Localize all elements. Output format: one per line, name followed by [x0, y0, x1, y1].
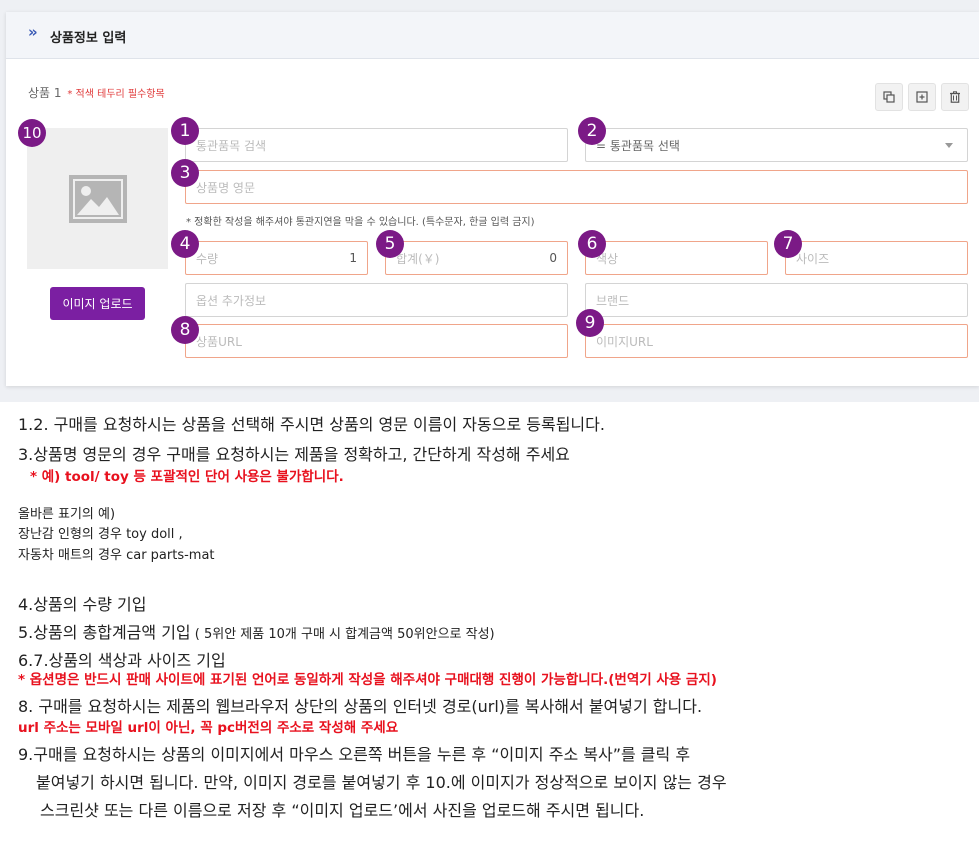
note-line-9c: 스크린샷 또는 다른 이름으로 저장 후 “이미지 업로드’에서 사진을 업로드… — [40, 801, 645, 820]
size-placeholder: 사이즈 — [796, 251, 830, 266]
image-upload-button[interactable]: 이미지 업로드 — [50, 287, 145, 320]
image-url-placeholder: 이미지URL — [596, 334, 653, 349]
option-info-input[interactable]: 옵션 추가정보 — [185, 283, 568, 317]
step-badge-3: 3 — [171, 159, 199, 187]
step-badge-4: 4 — [171, 230, 199, 258]
note-line-2: 3.상품명 영문의 경우 구매를 요청하시는 제품을 정확하고, 간단하게 작성… — [18, 445, 570, 464]
brand-placeholder: 브랜드 — [596, 293, 630, 308]
note-line-8: 8. 구매를 요청하시는 제품의 웹브라우저 상단의 상품의 인터넷 경로(ur… — [18, 697, 703, 716]
step-badge-5: 5 — [376, 230, 404, 258]
required-note: * 적색 테두리 필수항목 — [67, 89, 165, 100]
step-badge-7: 7 — [774, 230, 802, 258]
note-line-5-sub: ( 5위안 제품 10개 구매 시 합계금액 50위안으로 작성) — [190, 627, 495, 642]
quantity-placeholder: 수량 — [196, 251, 219, 266]
add-button[interactable] — [908, 83, 936, 111]
customs-select[interactable]: = 통관품목 선택 — [585, 128, 968, 162]
copy-icon — [883, 91, 895, 103]
total-value: 0 — [549, 251, 557, 265]
form-panel: » 상품정보 입력 상품 1 * 적색 테두리 필수항목 이미지 업로드 통관품… — [0, 0, 979, 402]
note-line-4: 4.상품의 수량 기입 — [18, 595, 147, 614]
note-line-9: 9.구매를 요청하시는 상품의 이미지에서 마우스 오른쪽 버튼을 누른 후 “… — [18, 745, 691, 764]
total-placeholder: 합계(￥) — [396, 251, 440, 266]
product-url-placeholder: 상품URL — [196, 334, 242, 349]
step-badge-8: 8 — [171, 316, 199, 344]
quantity-value: 1 — [349, 251, 357, 265]
product-name-en-placeholder: 상품명 영문 — [196, 180, 256, 195]
quantity-input[interactable]: 수량 1 — [185, 241, 368, 275]
customs-search-placeholder: 통관품목 검색 — [196, 138, 267, 153]
color-input[interactable]: 색상 — [585, 241, 768, 275]
product-card: » 상품정보 입력 상품 1 * 적색 테두리 필수항목 이미지 업로드 통관품… — [6, 12, 979, 386]
note-example-2: 자동차 매트의 경우 car parts-mat — [18, 548, 215, 563]
page-title: 상품정보 입력 — [50, 31, 127, 46]
size-input[interactable]: 사이즈 — [785, 241, 968, 275]
customs-search-input[interactable]: 통관품목 검색 — [185, 128, 568, 162]
note-warning-2: * 옵션명은 반드시 판매 사이트에 표기된 언어로 동일하게 작성을 해주셔야… — [18, 672, 717, 688]
customs-select-value: = 통관품목 선택 — [596, 138, 680, 153]
note-line-1: 1.2. 구매를 요청하시는 상품을 선택해 주시면 상품의 영문 이름이 자동… — [18, 415, 605, 434]
step-badge-9: 9 — [576, 309, 604, 337]
double-chevron-icon: » — [28, 23, 38, 41]
delete-button[interactable] — [941, 83, 969, 111]
option-info-placeholder: 옵션 추가정보 — [196, 293, 267, 308]
brand-input[interactable]: 브랜드 — [585, 283, 968, 317]
product-label: 상품 1 * 적색 테두리 필수항목 — [28, 84, 165, 101]
step-badge-2: 2 — [578, 117, 606, 145]
note-line-5-main: 5.상품의 총합계금액 기입 — [18, 623, 191, 642]
trash-icon — [950, 91, 960, 103]
image-placeholder-icon — [69, 175, 127, 223]
caret-down-icon — [945, 143, 953, 148]
image-url-input[interactable]: 이미지URL — [585, 324, 968, 358]
step-badge-10: 10 — [18, 119, 46, 147]
note-example-1: 장난감 인형의 경우 toy doll , — [18, 527, 183, 542]
note-line-9b: 붙여넣기 하시면 됩니다. 만약, 이미지 경로를 붙여넣기 후 10.에 이미… — [36, 773, 727, 792]
note-warning-1: * 예) tool/ toy 등 포괄적인 단어 사용은 불가합니다. — [30, 469, 344, 485]
product-url-input[interactable]: 상품URL — [185, 324, 568, 358]
step-badge-1: 1 — [171, 117, 199, 145]
product-number: 상품 1 — [28, 86, 62, 100]
copy-button[interactable] — [875, 83, 903, 111]
note-line-5: 5.상품의 총합계금액 기입 ( 5위안 제품 10개 구매 시 합계금액 50… — [18, 619, 495, 643]
name-hint: * 정확한 작성을 해주셔야 통관지연을 막을 수 있습니다. (특수문자, 한… — [186, 217, 535, 228]
step-badge-6: 6 — [578, 230, 606, 258]
image-preview — [27, 128, 168, 269]
total-input[interactable]: 합계(￥) 0 — [385, 241, 568, 275]
product-name-en-input[interactable]: 상품명 영문 — [185, 170, 968, 204]
add-icon — [916, 91, 928, 103]
card-header: » 상품정보 입력 — [6, 12, 979, 59]
note-example-title: 올바른 표기의 예) — [18, 507, 116, 522]
note-warning-3: url 주소는 모바일 url이 아닌, 꼭 pc버전의 주소로 작성해 주세요 — [18, 720, 399, 736]
